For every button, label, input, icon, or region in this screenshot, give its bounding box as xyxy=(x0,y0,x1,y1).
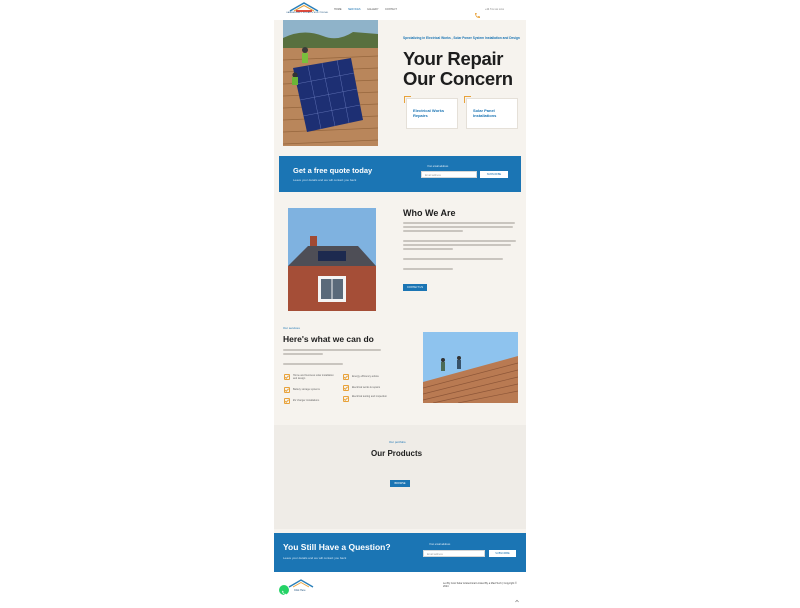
hero-card-electrical[interactable]: Electrical Works Repairs xyxy=(404,96,458,129)
service-item: Electrical testing and inspection xyxy=(352,395,388,398)
service-item: Electrical works & repairs xyxy=(352,386,381,389)
quote-subtitle: Leave your details and we will contact y… xyxy=(293,178,357,182)
nav-gallery[interactable]: GALLERY xyxy=(367,8,379,11)
hero-section: Specializing in Electrical Works , Solar… xyxy=(274,20,526,148)
scroll-top-icon[interactable] xyxy=(515,590,519,603)
service-item: Energy efficiency advice xyxy=(352,375,379,378)
house-logo-icon xyxy=(289,2,319,12)
about-paragraphs xyxy=(403,222,518,272)
card-label: Electrical Works Repairs xyxy=(413,108,445,118)
check-icon xyxy=(284,374,290,380)
check-icon xyxy=(284,398,290,404)
site-logo[interactable]: CAMBERWELL SOLAR & ELECTRICAL xyxy=(284,2,328,17)
question-subtitle: Leave your details and we will contact y… xyxy=(283,556,347,560)
website-page: CAMBERWELL SOLAR & ELECTRICAL HOME SERVI… xyxy=(274,0,526,603)
check-icon xyxy=(284,387,290,393)
services-kicker: Our services xyxy=(283,326,300,330)
site-header: CAMBERWELL SOLAR & ELECTRICAL HOME SERVI… xyxy=(274,0,526,20)
logo-text: CAMBERWELL SOLAR & ELECTRICAL xyxy=(286,12,329,14)
phone-icon xyxy=(474,6,481,18)
check-icon xyxy=(343,374,349,380)
site-footer: Click Here Let By Cost Solar & Electrica… xyxy=(274,572,526,603)
card-label: Solar Panel Installations xyxy=(473,108,497,118)
hero-card-solar[interactable]: Solar Panel Installations xyxy=(464,96,518,129)
question-title: You Still Have a Question? xyxy=(283,542,391,552)
about-section: Who We Are CONTACT US xyxy=(274,196,526,320)
nav-services[interactable]: SERVICES xyxy=(348,8,361,11)
check-icon xyxy=(343,385,349,391)
service-item: Battery storage systems xyxy=(293,388,320,391)
nav-home[interactable]: HOME xyxy=(334,8,342,11)
question-band: You Still Have a Question? Leave your de… xyxy=(274,533,526,572)
quote-email-input[interactable]: Email address xyxy=(421,171,477,178)
card-corner-accent xyxy=(404,96,411,103)
check-icon xyxy=(343,396,349,402)
about-house-image xyxy=(288,208,376,311)
hero-kicker: Specializing in Electrical Works , Solar… xyxy=(403,36,520,40)
quote-band: Get a free quote today Leave your detail… xyxy=(279,156,521,192)
card-corner-accent xyxy=(464,96,471,103)
products-section: Our portfolio Our Products BROWSE xyxy=(274,425,526,529)
quote-subscribe-button[interactable]: SUBSCRIBE xyxy=(480,171,508,178)
products-title: Our Products xyxy=(371,449,423,458)
services-section: Our services Here's what we can do Home … xyxy=(274,322,526,422)
nav-contact[interactable]: CONTACT xyxy=(385,8,397,11)
services-workers-image xyxy=(423,332,518,403)
service-item: Home and business solar installation and… xyxy=(293,374,334,380)
quote-title: Get a free quote today xyxy=(293,166,373,175)
quote-email-label: Your email address xyxy=(427,165,449,168)
question-email-input[interactable]: Email address xyxy=(423,550,485,557)
question-email-label: Your email address xyxy=(429,543,451,546)
hero-solar-image xyxy=(283,20,378,146)
whatsapp-icon[interactable] xyxy=(279,585,289,595)
hero-title-line2: Our Concern xyxy=(403,68,513,89)
question-subscribe-button[interactable]: SUBSCRIBE xyxy=(489,550,516,557)
services-title: Here's what we can do xyxy=(283,334,374,344)
about-title: Who We Are xyxy=(403,208,456,218)
products-browse-button[interactable]: BROWSE xyxy=(390,480,410,487)
hero-title-line1: Your Repair xyxy=(403,48,504,69)
footer-logo-text: Click Here xyxy=(294,589,306,592)
about-contact-button[interactable]: CONTACT US xyxy=(403,284,427,291)
service-item: EV charger installations xyxy=(293,399,320,402)
footer-copyright: Let By Cost Solar & Electrical Limited B… xyxy=(443,582,517,589)
products-kicker: Our portfolio xyxy=(389,440,406,444)
header-phone[interactable]: +44 7xx xxx xxxx xyxy=(485,8,504,11)
